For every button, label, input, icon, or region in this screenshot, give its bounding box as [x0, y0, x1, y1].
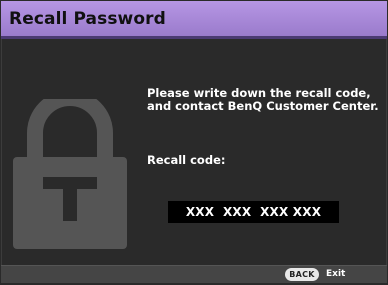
instruction-text: Please write down the recall code, and c…	[147, 86, 379, 113]
recall-code-label: Recall code:	[147, 153, 226, 167]
footer-bar: BACK Exit	[1, 265, 387, 283]
lock-icon	[13, 99, 127, 249]
dialog-title: Recall Password	[9, 9, 166, 29]
recall-password-dialog: Recall Password Please write down the re…	[1, 1, 387, 283]
recall-code-value: XXX XXX XXX XXX	[168, 201, 339, 223]
back-button[interactable]: BACK	[285, 268, 319, 281]
title-bar: Recall Password	[1, 1, 387, 39]
exit-label: Exit	[326, 269, 346, 279]
